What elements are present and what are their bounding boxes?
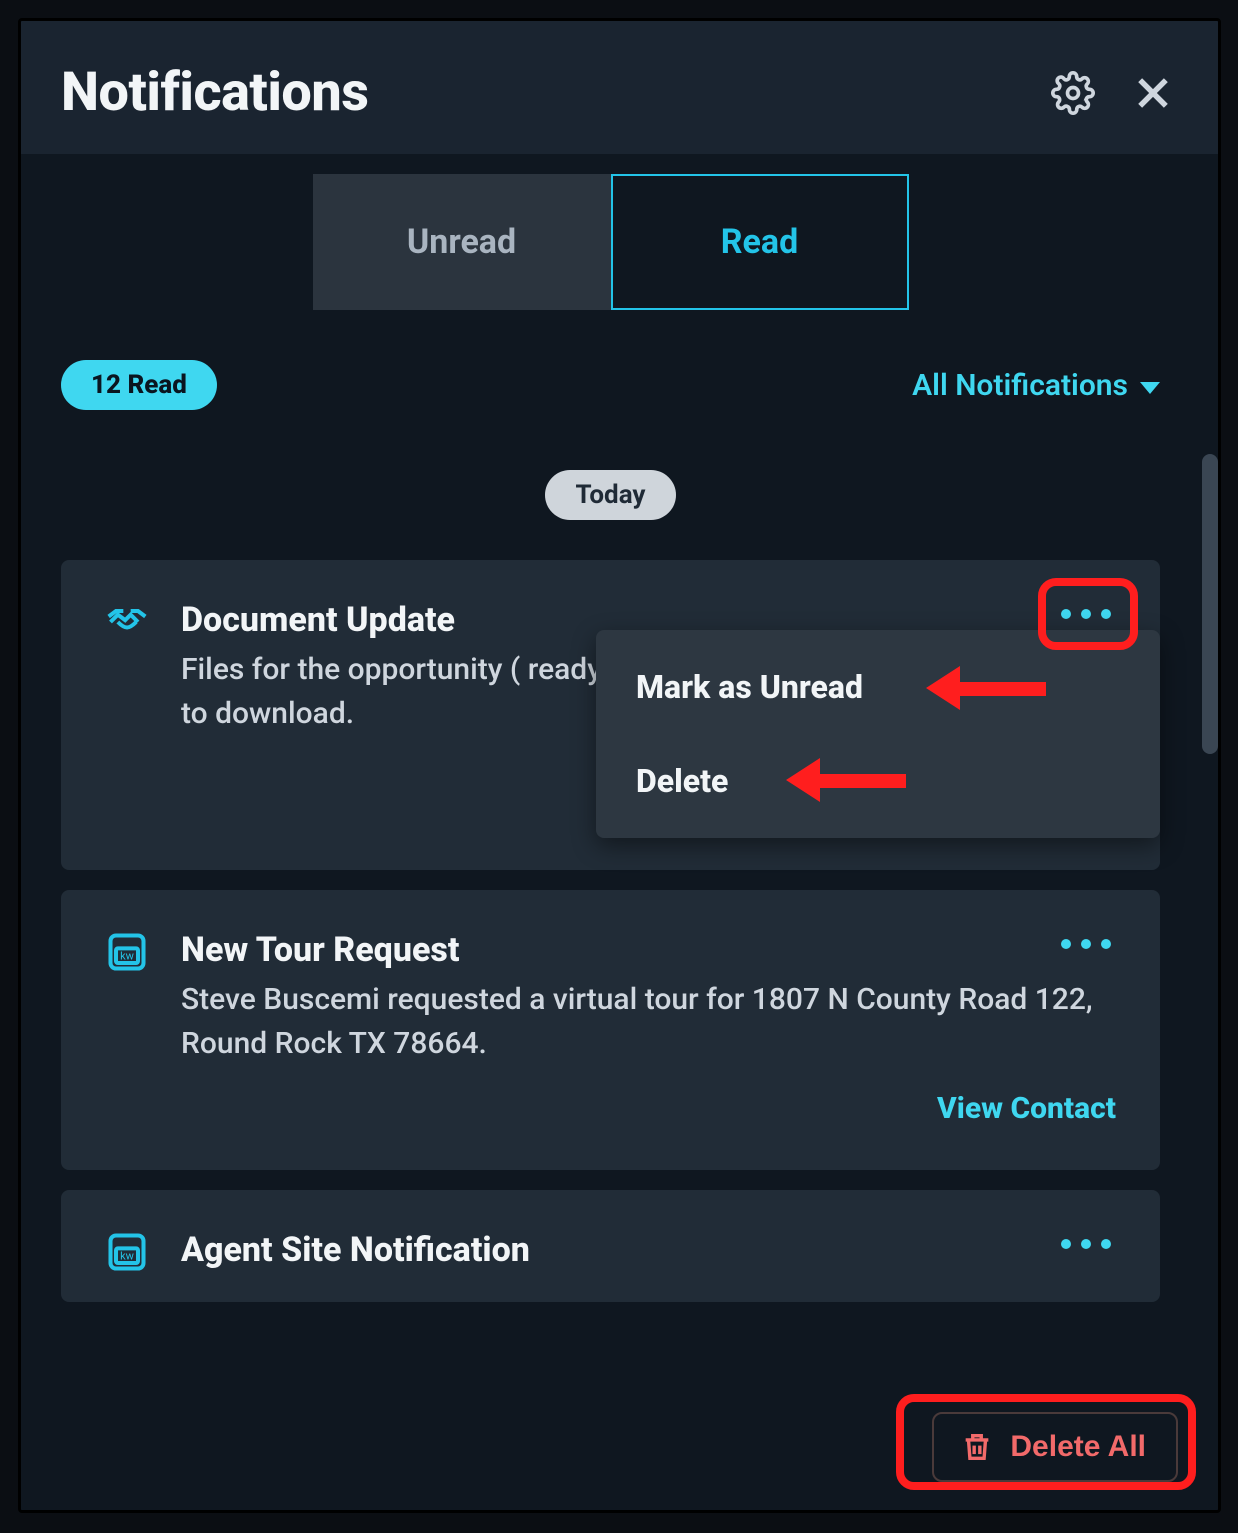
notification-card[interactable]: kw Agent Site Notification (61, 1190, 1160, 1302)
gear-icon (1051, 71, 1095, 115)
menu-delete-label: Delete (636, 762, 728, 800)
date-separator: Today (61, 470, 1160, 520)
notification-title: Agent Site Notification (181, 1230, 1116, 1270)
settings-button[interactable] (1048, 68, 1098, 118)
tab-read[interactable]: Read (611, 174, 909, 310)
page-title: Notifications (61, 61, 1018, 124)
svg-text:kw: kw (120, 949, 135, 962)
trash-icon (960, 1430, 994, 1464)
kw-badge-icon: kw (101, 1230, 153, 1282)
scrollbar[interactable] (1200, 154, 1218, 1384)
close-icon (1131, 71, 1175, 115)
filter-row: 12 Read All Notifications (61, 360, 1160, 410)
menu-mark-unread[interactable]: Mark as Unread (596, 640, 1160, 734)
card-more-button[interactable] (1056, 594, 1116, 634)
svg-text:kw: kw (120, 1249, 135, 1262)
card-more-button[interactable] (1056, 1224, 1116, 1264)
panel-header: Notifications (21, 21, 1218, 154)
delete-all-button[interactable]: Delete All (932, 1412, 1178, 1482)
card-context-menu: Mark as Unread Delete (596, 630, 1160, 838)
view-contact-link[interactable]: View Contact (937, 1091, 1116, 1126)
notification-card[interactable]: Document Update Files for the opportunit… (61, 560, 1160, 870)
chevron-down-icon (1140, 382, 1160, 394)
annotation-arrow (926, 666, 1046, 710)
notification-body: Files for the opportunity ( ready to dow… (181, 648, 611, 735)
menu-delete[interactable]: Delete (596, 734, 1160, 828)
tab-unread[interactable]: Unread (313, 174, 611, 310)
menu-mark-unread-label: Mark as Unread (636, 668, 863, 706)
filter-dropdown[interactable]: All Notifications (912, 368, 1160, 403)
notification-title: New Tour Request (181, 930, 1116, 970)
card-more-button[interactable] (1056, 924, 1116, 964)
content-area: Unread Read 12 Read All Notifications To… (21, 154, 1218, 1384)
handshake-icon (101, 600, 153, 652)
filter-dropdown-label: All Notifications (912, 368, 1128, 403)
notifications-panel: Notifications Unread Read 12 Read All No… (18, 18, 1221, 1513)
kw-badge-icon: kw (101, 930, 153, 982)
tab-strip: Unread Read (61, 174, 1160, 310)
panel-footer: Delete All (21, 1384, 1218, 1510)
scrollbar-thumb[interactable] (1202, 454, 1218, 754)
delete-all-label: Delete All (1010, 1430, 1146, 1464)
notification-body: Steve Buscemi requested a virtual tour f… (181, 978, 1116, 1065)
annotation-arrow (786, 758, 906, 802)
close-button[interactable] (1128, 68, 1178, 118)
date-pill: Today (545, 470, 675, 520)
notification-card[interactable]: kw New Tour Request Steve Buscemi reques… (61, 890, 1160, 1170)
read-count-pill: 12 Read (61, 360, 217, 410)
